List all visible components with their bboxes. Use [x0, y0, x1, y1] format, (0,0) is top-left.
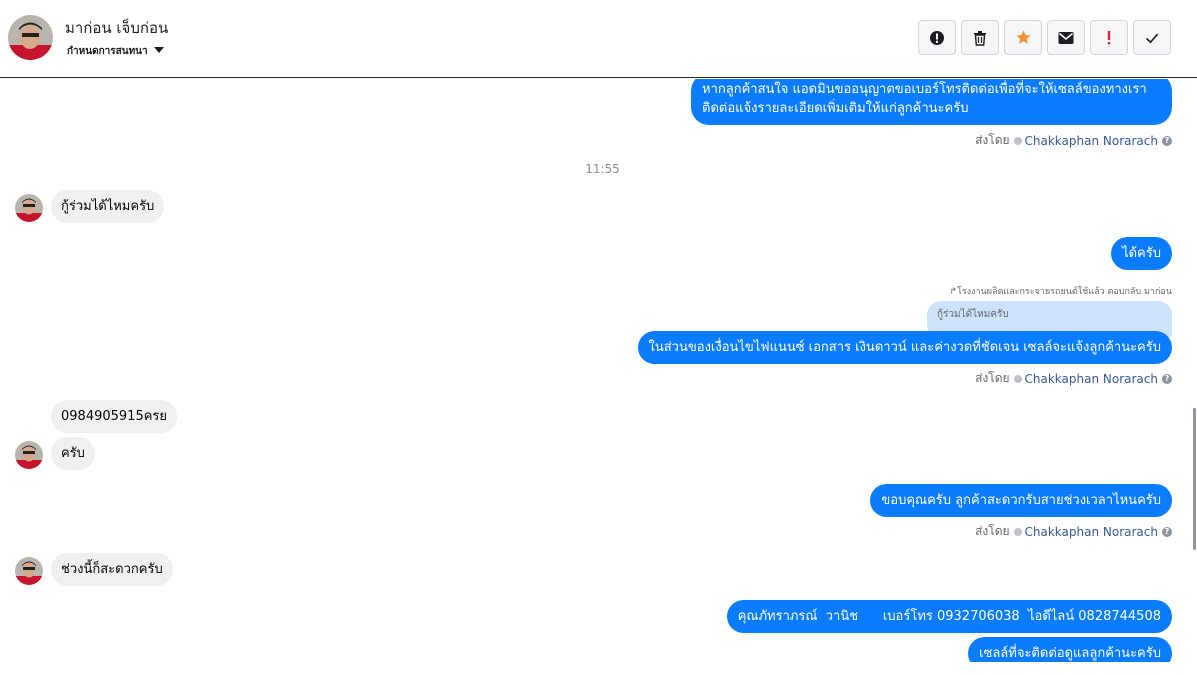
star-button[interactable]	[1004, 20, 1042, 55]
message-text-line: หากลูกค้าสนใจ แอดมินขออนุญาตขอเบอร์โทรติ…	[702, 82, 1147, 97]
star-icon	[1015, 30, 1031, 44]
agent-name-link[interactable]: Chakkaphan Norarach	[1025, 525, 1158, 539]
chevron-down-icon[interactable]	[154, 47, 164, 53]
contact-avatar[interactable]	[8, 15, 53, 60]
sender-avatar[interactable]	[15, 557, 43, 585]
conversation-header: มาก่อน เจ็บก่อน กำหนดการสนทนา	[0, 0, 1197, 78]
outgoing-message[interactable]: ในส่วนของเงื่อนไขไฟแนนซ์ เอกสาร เงินดาวน…	[637, 331, 1172, 364]
check-icon	[1145, 33, 1159, 43]
mark-spam-button[interactable]	[918, 20, 956, 55]
sender-avatar[interactable]	[15, 194, 43, 222]
contact-name: มาก่อน เจ็บก่อน	[65, 19, 169, 37]
outgoing-message[interactable]: หากลูกค้าสนใจ แอดมินขออนุญาตขอเบอร์โทรติ…	[691, 79, 1172, 125]
agent-name-link[interactable]: Chakkaphan Norarach	[1025, 372, 1158, 386]
sender-avatar[interactable]	[15, 441, 43, 469]
sent-by-prefix: ส่งโดย	[975, 133, 1010, 147]
time-separator: 11:55	[585, 162, 620, 176]
reply-context-label: ↱โรงงานผลิตและกระจายรถยนต์ใช้แล้ว ตอบกลั…	[949, 287, 1173, 297]
exclamation-icon	[1107, 30, 1111, 44]
mark-done-button[interactable]	[1133, 20, 1171, 55]
trash-icon	[974, 30, 986, 46]
verified-icon	[1013, 136, 1022, 145]
verified-icon	[1013, 374, 1022, 383]
sent-by-prefix: ส่งโดย	[975, 524, 1010, 538]
mark-important-button[interactable]	[1090, 20, 1128, 55]
help-icon[interactable]: ?	[1162, 373, 1172, 384]
incoming-message[interactable]: กู้ร่วมได้ไหมครับ	[51, 190, 165, 223]
thread-scrollbar[interactable]	[1193, 408, 1196, 550]
incoming-message[interactable]: ครับ	[51, 437, 95, 470]
conversation-status-dropdown[interactable]: กำหนดการสนทนา	[67, 44, 148, 56]
mark-unread-button[interactable]	[1047, 20, 1085, 55]
help-icon[interactable]: ?	[1162, 135, 1172, 146]
alert-circle-icon	[930, 30, 944, 45]
outgoing-message[interactable]: คุณภัทราภรณ์ วานิช เบอร์โทร 0932706038 ไ…	[726, 600, 1172, 633]
incoming-message[interactable]: ช่วงนี้ก็สะดวกครับ	[51, 553, 173, 586]
outgoing-message[interactable]: ได้ครับ	[1111, 237, 1172, 270]
sent-by-label: ส่งโดย Chakkaphan Norarach ?	[975, 522, 1172, 541]
sent-by-label: ส่งโดย Chakkaphan Norarach ?	[975, 369, 1172, 388]
incoming-message[interactable]: 0984905915ครย	[51, 400, 178, 433]
agent-name-link[interactable]: Chakkaphan Norarach	[1025, 134, 1158, 148]
sent-by-label: ส่งโดย Chakkaphan Norarach ?	[975, 131, 1172, 150]
envelope-icon	[1058, 31, 1074, 44]
message-thread[interactable]: หากลูกค้าสนใจ แอดมินขออนุญาตขอเบอร์โทรติ…	[0, 79, 1197, 662]
delete-button[interactable]	[961, 20, 999, 55]
outgoing-message[interactable]: เซลล์ที่จะติดต่อดูแลลูกค้านะครับ	[968, 637, 1172, 662]
verified-icon	[1013, 527, 1022, 536]
outgoing-message[interactable]: ขอบคุณครับ ลูกค้าสะดวกรับสายช่วงเวลาไหนค…	[870, 484, 1172, 517]
help-icon[interactable]: ?	[1162, 526, 1172, 537]
sent-by-prefix: ส่งโดย	[975, 371, 1010, 385]
message-text-line: ติดต่อแจ้งรายละเอียดเพิ่มเติมให้แก่ลูกค้…	[702, 101, 969, 116]
